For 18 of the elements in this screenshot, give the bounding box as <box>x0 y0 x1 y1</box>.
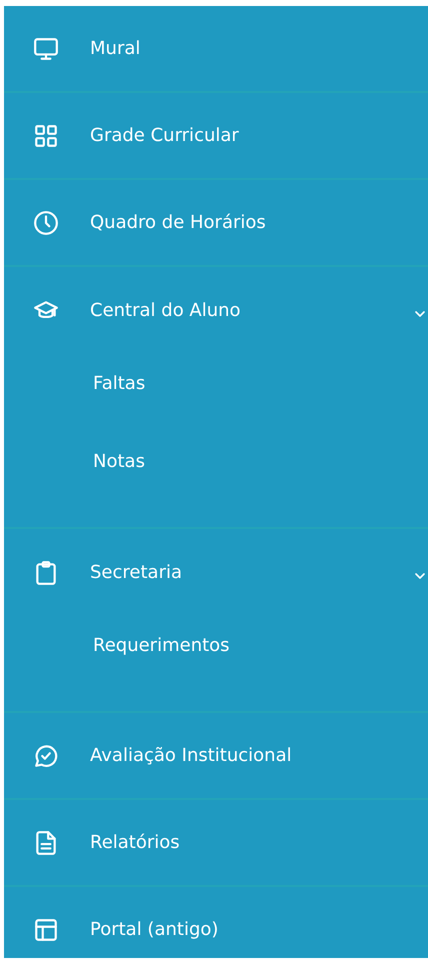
sidebar-item[interactable]: Mural <box>4 6 428 91</box>
sidebar-item[interactable]: Central do Aluno <box>4 267 428 344</box>
sidebar-item[interactable]: Grade Curricular <box>4 93 428 178</box>
submenu-item[interactable]: Requerimentos <box>93 606 230 684</box>
monitor-icon <box>33 36 59 62</box>
sidebar-item[interactable]: Quadro de Horários <box>4 180 428 265</box>
submenu-item[interactable]: Faltas <box>93 344 146 422</box>
layout-icon <box>33 916 59 942</box>
submenu-item[interactable]: Notas <box>93 422 145 500</box>
chevron-icon <box>414 308 426 320</box>
sidebar-item[interactable]: Secretaria <box>4 529 428 606</box>
sidebar-item[interactable]: Portal (antigo) <box>4 887 428 958</box>
chat-check-icon <box>33 742 59 768</box>
chevron-icon <box>414 570 426 582</box>
sidebar-item[interactable]: Relatórios <box>4 800 428 885</box>
grid-icon <box>33 122 59 148</box>
sidebar-item[interactable]: Avaliação Institucional <box>4 713 428 798</box>
clock-icon <box>33 210 59 236</box>
